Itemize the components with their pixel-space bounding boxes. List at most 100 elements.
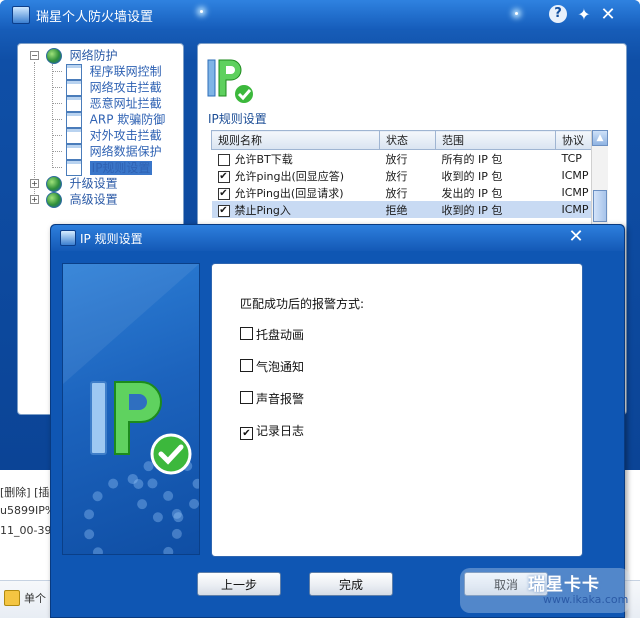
tree-item-data-protect[interactable]: 网络数据保护 — [44, 143, 162, 160]
upgrade-icon — [45, 175, 62, 192]
tree-item-outbound-attack[interactable]: 对外攻击拦截 — [44, 127, 162, 144]
scroll-up-arrow-icon[interactable]: ▲ — [592, 130, 608, 146]
app-shield-icon — [12, 6, 30, 24]
prev-step-button[interactable]: 上一步 — [197, 572, 281, 596]
col-header-name[interactable]: 规则名称 — [211, 130, 380, 150]
rule-scope: 所有的 IP 包 — [441, 152, 503, 166]
expand-icon[interactable]: + — [30, 195, 39, 204]
warning-icon — [4, 590, 20, 606]
col-header-scope[interactable]: 范围 — [435, 130, 556, 150]
rule-scope: 收到的 IP 包 — [441, 169, 503, 183]
tree-label-selected: IP规则设置 — [89, 160, 153, 175]
option-tray-animation[interactable]: 托盘动画 — [240, 326, 304, 343]
background-text-fragment: u5899IP% — [0, 504, 56, 517]
collapse-icon[interactable]: − — [30, 51, 39, 60]
rule-status: 放行 — [385, 152, 408, 166]
checkbox-checked[interactable]: ✔ — [240, 427, 253, 440]
table-header: 规则名称 状态 范围 协议 — [211, 130, 592, 150]
main-title-bar[interactable]: 瑞星个人防火墙设置 ? ✦ ✕ — [0, 0, 640, 30]
tree-line — [52, 167, 62, 168]
watermark-text: 瑞星卡卡 — [528, 575, 600, 595]
document-icon — [65, 63, 82, 80]
document-icon — [65, 79, 82, 96]
rule-protocol: ICMP — [561, 169, 589, 182]
document-icon — [65, 95, 82, 112]
dialog-app-icon — [60, 230, 76, 246]
tree-label-network: 网络防护 — [69, 48, 118, 63]
tree-line — [52, 87, 62, 88]
main-window-title: 瑞星个人防火墙设置 — [36, 10, 154, 25]
rule-scope: 发出的 IP 包 — [441, 186, 503, 200]
tree-line — [52, 103, 62, 104]
col-header-status[interactable]: 状态 — [379, 130, 436, 150]
rule-checkbox[interactable]: ✔ — [217, 204, 230, 217]
option-label: 托盘动画 — [256, 328, 305, 342]
rule-checkbox[interactable]: ✔ — [217, 170, 230, 183]
tree-label: ARP 欺骗防御 — [89, 112, 166, 127]
col-header-protocol[interactable]: 协议 — [555, 130, 592, 150]
help-button[interactable]: ? — [549, 5, 567, 23]
scroll-thumb[interactable] — [593, 190, 607, 222]
rule-name: 允许Ping出(回显请求) — [234, 186, 344, 200]
rule-name: 禁止Ping入 — [234, 203, 291, 217]
document-icon — [65, 127, 82, 144]
background-text-fragment: 11_00-39 — [0, 524, 52, 537]
expand-icon[interactable]: + — [30, 179, 39, 188]
minimize-button[interactable]: ✦ — [574, 5, 594, 25]
option-label: 气泡通知 — [256, 360, 305, 374]
rule-checkbox[interactable]: ✔ — [217, 187, 230, 200]
tree-item-arp[interactable]: ARP 欺骗防御 — [44, 111, 166, 128]
finish-button[interactable]: 完成 — [309, 572, 393, 596]
tree-line — [52, 135, 62, 136]
tree-node-advanced[interactable]: + 高级设置 — [27, 191, 118, 208]
sparkle-decoration — [515, 12, 518, 15]
document-icon — [65, 159, 82, 176]
close-button[interactable]: ✕ — [598, 5, 618, 25]
rule-name: 允许ping出(回显应答) — [234, 169, 345, 183]
checkbox[interactable] — [240, 327, 253, 340]
dialog-art-panel — [62, 263, 200, 555]
ip-logo-icon — [207, 59, 255, 105]
tree-node-network[interactable]: − 网络防护 — [27, 47, 118, 64]
tree-label: 对外攻击拦截 — [89, 128, 162, 143]
ip-rules-heading: IP规则设置 — [208, 112, 267, 126]
document-icon — [65, 143, 82, 160]
document-icon — [65, 111, 82, 128]
tree-item-ip-rules[interactable]: IP规则设置 — [44, 159, 153, 176]
rule-scope: 收到的 IP 包 — [435, 201, 556, 218]
dialog-title: IP 规则设置 — [80, 232, 143, 246]
dialog-close-button[interactable]: ✕ — [566, 227, 586, 247]
tree-item-program-control[interactable]: 程序联网控制 — [44, 63, 162, 80]
dialog-title-bar[interactable]: IP 规则设置 ✕ — [51, 225, 624, 251]
sparkle-decoration — [200, 10, 203, 13]
table-row[interactable]: ✔ 允许ping出(回显应答) 放行 收到的 IP 包 ICMP — [212, 167, 592, 184]
tree-line — [52, 71, 62, 72]
tree-item-attack-block[interactable]: 网络攻击拦截 — [44, 79, 162, 96]
option-bubble-notify[interactable]: 气泡通知 — [240, 358, 304, 375]
watermark-url: www.ikaka.com — [543, 593, 629, 606]
globe-icon — [45, 47, 62, 64]
rule-checkbox[interactable] — [217, 153, 230, 166]
table-row[interactable]: ✔ 允许Ping出(回显请求) 放行 发出的 IP 包 ICMP — [212, 184, 592, 201]
rule-status: 拒绝 — [379, 201, 436, 218]
checkbox[interactable] — [240, 391, 253, 404]
alarm-method-heading: 匹配成功后的报警方式: — [240, 297, 365, 311]
tree-label: 恶意网址拦截 — [89, 96, 162, 111]
ip-rules-table: 规则名称 状态 范围 协议 允许BT下载 放行 所有的 IP 包 TCP ✔ 允许… — [211, 130, 592, 218]
rule-status: 放行 — [385, 186, 408, 200]
tree-line — [52, 119, 62, 120]
option-sound-alarm[interactable]: 声音报警 — [240, 390, 304, 407]
tree-label: 网络攻击拦截 — [89, 80, 162, 95]
tree-label: 网络数据保护 — [89, 144, 162, 159]
checkbox[interactable] — [240, 359, 253, 372]
rule-protocol: ICMP — [555, 201, 592, 218]
tree-label: 程序联网控制 — [89, 64, 162, 79]
table-row[interactable]: 允许BT下载 放行 所有的 IP 包 TCP — [212, 150, 592, 168]
tree-node-upgrade[interactable]: + 升级设置 — [27, 175, 118, 192]
option-label: 记录日志 — [256, 424, 305, 438]
table-row-selected[interactable]: ✔ 禁止Ping入 拒绝 收到的 IP 包 ICMP — [211, 201, 592, 218]
advanced-settings-icon — [45, 191, 62, 208]
tree-item-malicious-url[interactable]: 恶意网址拦截 — [44, 95, 162, 112]
background-text-fragment: 单个 — [24, 592, 46, 605]
option-log[interactable]: ✔ 记录日志 — [240, 422, 304, 440]
